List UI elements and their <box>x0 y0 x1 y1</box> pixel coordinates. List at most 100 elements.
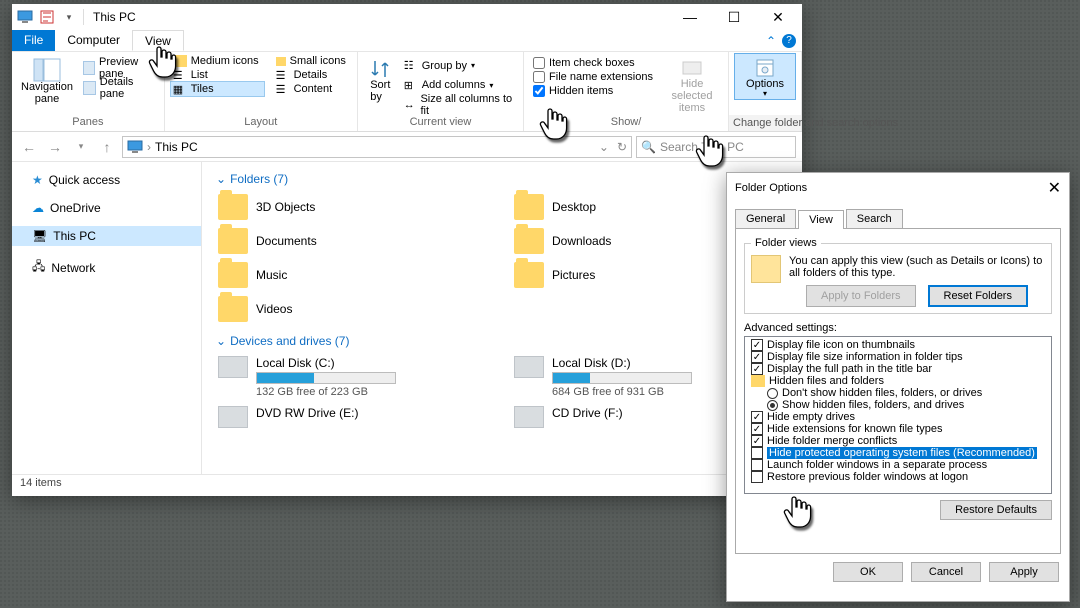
folder-label: Videos <box>256 302 292 316</box>
advanced-setting-row[interactable]: Restore previous folder windows at logon <box>747 471 1049 483</box>
group-by-button[interactable]: ☷Group by▾ <box>401 56 517 76</box>
ribbon-collapse-icon[interactable]: ⌃ <box>766 34 776 48</box>
layout-gallery[interactable]: Medium icons Small icons ☰List ☰Details … <box>171 54 351 96</box>
item-check-boxes-toggle[interactable]: Item check boxes <box>530 56 656 70</box>
folder-options-dialog: Folder Options ✕ General View Search Fol… <box>726 172 1070 602</box>
dialog-titlebar[interactable]: Folder Options ✕ <box>727 173 1069 203</box>
search-icon: 🔍 <box>641 140 656 154</box>
cancel-button[interactable]: Cancel <box>911 562 981 582</box>
cloud-icon: ☁ <box>32 201 44 215</box>
folder-icon <box>218 262 248 288</box>
tab-file[interactable]: File <box>12 30 55 51</box>
details-pane-button[interactable]: Details pane <box>80 78 158 98</box>
advanced-setting-row[interactable]: Hide protected operating system files (R… <box>747 447 1049 459</box>
checkbox-icon: ✓ <box>751 435 763 447</box>
tab-computer[interactable]: Computer <box>55 30 132 51</box>
drive-item[interactable]: DVD RW Drive (E:) <box>216 404 492 430</box>
up-button[interactable]: ↑ <box>96 136 118 158</box>
refresh-button[interactable]: ↻ <box>617 140 627 154</box>
dialog-tab-general[interactable]: General <box>735 209 796 228</box>
dialog-close-button[interactable]: ✕ <box>1048 178 1061 198</box>
layout-tiles[interactable]: ▦Tiles <box>171 82 264 96</box>
setting-label: Hide folder merge conflicts <box>767 435 897 447</box>
advanced-setting-row[interactable]: ✓Display the full path in the title bar <box>747 363 1049 375</box>
folder-item[interactable]: Videos <box>216 294 492 324</box>
history-dropdown[interactable]: ⌄ <box>599 140 609 154</box>
folder-item[interactable]: Documents <box>216 226 492 256</box>
folder-item[interactable]: Music <box>216 260 492 290</box>
window-title: This PC <box>93 10 136 24</box>
checkbox-icon: ✓ <box>751 363 763 375</box>
drive-item[interactable]: Local Disk (C:)132 GB free of 223 GB <box>216 354 492 400</box>
advanced-setting-row[interactable]: ✓Display file size information in folder… <box>747 351 1049 363</box>
dialog-tab-search[interactable]: Search <box>846 209 903 228</box>
qat-dropdown-icon[interactable]: ▾ <box>60 8 78 26</box>
drives-section-header[interactable]: ⌄Devices and drives (7) <box>216 334 788 348</box>
drive-icon <box>218 406 248 428</box>
advanced-setting-row[interactable]: Launch folder windows in a separate proc… <box>747 459 1049 471</box>
apply-button[interactable]: Apply <box>989 562 1059 582</box>
folder-label: 3D Objects <box>256 200 315 214</box>
checkbox-icon <box>751 459 763 471</box>
advanced-setting-row[interactable]: ✓ Hide extensions for known file types <box>747 423 1049 435</box>
ok-button[interactable]: OK <box>833 562 903 582</box>
hide-selected-items-button[interactable]: Hide selected items <box>662 54 722 115</box>
apply-to-folders-button[interactable]: Apply to Folders <box>806 285 915 307</box>
sidebar-item-this-pc[interactable]: 🖥This PC <box>12 226 201 246</box>
qat-properties-icon[interactable] <box>38 8 56 26</box>
advanced-setting-row[interactable]: ✓ Hide folder merge conflicts <box>747 435 1049 447</box>
checkbox-icon: ✓ <box>751 339 763 351</box>
sidebar-item-onedrive[interactable]: ☁OneDrive <box>12 198 201 218</box>
sort-by-button[interactable]: Sort by <box>364 54 397 115</box>
change-folder-options-link[interactable]: Change folder and search options <box>729 115 801 131</box>
layout-list[interactable]: ☰List <box>171 68 264 82</box>
minimize-button[interactable]: — <box>668 4 712 30</box>
drive-icon <box>514 406 544 428</box>
options-button[interactable]: Options ▾ <box>735 54 795 99</box>
breadcrumb[interactable]: › This PC ⌄↻ <box>122 136 632 158</box>
search-input[interactable]: 🔍 Search This PC <box>636 136 796 158</box>
advanced-setting-row[interactable]: Hidden files and folders <box>747 375 1049 387</box>
reset-folders-button[interactable]: Reset Folders <box>928 285 1028 307</box>
advanced-settings-tree[interactable]: ✓Display file icon on thumbnails✓Display… <box>744 336 1052 494</box>
maximize-button[interactable]: ☐ <box>712 4 756 30</box>
tab-view[interactable]: View <box>132 30 184 51</box>
advanced-setting-row[interactable]: ✓Display file icon on thumbnails <box>747 339 1049 351</box>
setting-label: Hidden files and folders <box>769 375 884 387</box>
recent-locations-button[interactable]: ▾ <box>70 136 92 158</box>
layout-content[interactable]: ☰Content <box>274 82 351 96</box>
preview-pane-button[interactable]: Preview pane <box>80 58 158 78</box>
sidebar-item-network[interactable]: 🖧Network <box>12 254 201 281</box>
restore-defaults-button[interactable]: Restore Defaults <box>940 500 1052 520</box>
content-pane: ⌄Folders (7) 3D ObjectsDesktopDocumentsD… <box>202 162 802 474</box>
forward-button[interactable]: → <box>44 136 66 158</box>
file-name-extensions-toggle[interactable]: File name extensions <box>530 70 656 84</box>
advanced-setting-row[interactable]: ✓Hide empty drives <box>747 411 1049 423</box>
dialog-tab-view[interactable]: View <box>798 210 844 229</box>
folder-icon <box>514 262 544 288</box>
advanced-setting-row[interactable]: Don't show hidden files, folders, or dri… <box>747 387 1049 399</box>
advanced-setting-row[interactable]: Show hidden files, folders, and drives <box>747 399 1049 411</box>
layout-medium[interactable]: Medium icons <box>171 54 264 68</box>
chevron-down-icon: ⌄ <box>216 172 226 186</box>
sidebar-item-quick-access[interactable]: ★Quick access <box>12 170 201 190</box>
hidden-items-toggle[interactable]: Hidden items <box>530 84 656 98</box>
size-columns-button[interactable]: ↔Size all columns to fit <box>401 95 517 115</box>
back-button[interactable]: ← <box>18 136 40 158</box>
checkbox-icon: ✓ <box>751 411 763 423</box>
checkbox-icon: ✓ <box>751 423 763 435</box>
checkbox-icon: ✓ <box>751 351 763 363</box>
close-button[interactable]: ✕ <box>756 4 800 30</box>
status-bar: 14 items <box>12 474 802 496</box>
breadcrumb-item[interactable]: This PC <box>155 140 198 154</box>
folders-section-header[interactable]: ⌄Folders (7) <box>216 172 788 186</box>
navigation-pane-button[interactable]: Navigation pane <box>18 54 76 105</box>
folder-item[interactable]: 3D Objects <box>216 192 492 222</box>
help-icon[interactable]: ? <box>782 34 796 48</box>
layout-small[interactable]: Small icons <box>274 54 351 68</box>
setting-label: Hide extensions for known file types <box>767 423 942 435</box>
showhide-caption: Show/ <box>524 114 728 131</box>
titlebar[interactable]: ▾ This PC — ☐ ✕ <box>12 4 802 30</box>
layout-details[interactable]: ☰Details <box>274 68 351 82</box>
folder-views-group: Folder views You can apply this view (su… <box>744 237 1052 314</box>
